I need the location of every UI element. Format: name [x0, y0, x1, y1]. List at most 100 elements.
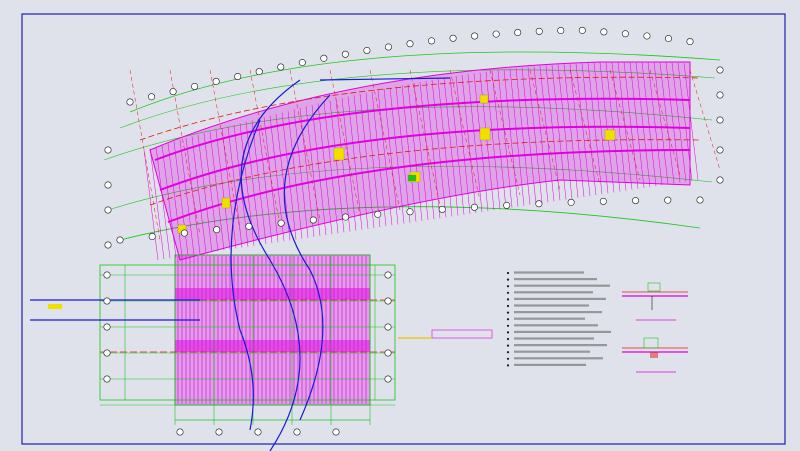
column-bubble — [384, 43, 392, 51]
block-beam-band — [175, 340, 370, 352]
column-bubble — [320, 54, 328, 62]
column-bubble — [148, 93, 156, 101]
column-bubble — [103, 349, 111, 357]
column-bubble — [126, 98, 134, 106]
radial-axis — [689, 69, 721, 171]
column-bubble — [428, 37, 436, 45]
column-bubble — [384, 349, 392, 357]
column-bubble — [104, 181, 112, 189]
note-bullet — [506, 278, 510, 281]
section-detail-1 — [622, 282, 688, 321]
column-bubble — [309, 216, 317, 224]
column-bubble — [234, 72, 242, 80]
note-text-bar — [514, 350, 590, 353]
note-bullet — [506, 344, 510, 347]
column-bubble — [374, 210, 382, 218]
column-bubble — [621, 30, 629, 38]
note-text-bar — [514, 330, 611, 333]
column-block — [604, 129, 616, 141]
column-bubble — [254, 428, 262, 436]
column-block — [479, 94, 489, 104]
left-marker-block — [48, 304, 62, 309]
column-bubble — [632, 197, 640, 205]
rectangular-block-plan — [99, 254, 396, 425]
column-bubble — [696, 196, 704, 204]
column-bubble — [103, 271, 111, 279]
note-text-bar — [514, 284, 610, 287]
column-bubble — [535, 27, 543, 35]
column-bubble — [215, 428, 223, 436]
note-text-bar — [514, 344, 607, 347]
section-detail-2 — [622, 337, 688, 373]
column-bubble — [406, 40, 414, 48]
column-bubble — [341, 50, 349, 58]
column-bubble — [686, 38, 694, 46]
column-block — [221, 197, 231, 209]
note-text-bar — [514, 304, 589, 307]
column-bubble — [342, 213, 350, 221]
column-bubble — [176, 428, 184, 436]
column-bubble — [535, 200, 543, 208]
column-bubble — [664, 196, 672, 204]
column-bubble — [277, 63, 285, 71]
column-bubble — [470, 203, 478, 211]
note-bullet — [506, 351, 510, 354]
column-bubble — [557, 27, 565, 35]
column-bubble — [148, 233, 156, 241]
cad-drawing — [21, 13, 786, 451]
note-text-bar — [514, 271, 584, 274]
column-bubble — [104, 146, 112, 154]
column-bubble — [716, 116, 724, 124]
note-bullet — [506, 311, 510, 314]
detail-beam — [643, 337, 659, 349]
note-bullet — [506, 318, 510, 321]
note-text-bar — [514, 317, 585, 320]
block-beam-band — [175, 288, 370, 300]
column-bubble — [449, 34, 457, 42]
column-bubble — [384, 271, 392, 279]
note-text-bar — [514, 337, 594, 340]
note-bullet — [506, 285, 510, 288]
note-bullet — [506, 298, 510, 301]
column-bubble — [406, 208, 414, 216]
column-bubble — [103, 375, 111, 383]
column-bubble — [503, 201, 511, 209]
column-bubble — [104, 241, 112, 249]
column-bubble — [716, 91, 724, 99]
column-bubble — [332, 428, 340, 436]
column-bubble — [213, 226, 221, 234]
note-text-bar — [514, 363, 586, 366]
column-bubble — [664, 35, 672, 43]
column-bubble — [384, 375, 392, 383]
column-bubble — [363, 46, 371, 54]
column-bubble — [384, 297, 392, 305]
column-block — [407, 174, 417, 182]
column-bubble — [514, 29, 522, 37]
general-notes — [506, 271, 611, 367]
column-block — [479, 127, 491, 141]
column-bubble — [471, 32, 479, 40]
note-bullet — [506, 304, 510, 308]
note-text-bar — [514, 291, 593, 294]
column-block — [333, 147, 345, 161]
note-text-bar — [514, 357, 603, 360]
column-bubble — [293, 428, 301, 436]
note-bullet — [506, 271, 510, 275]
detail-beam — [647, 282, 661, 292]
note-bullet — [506, 364, 510, 367]
column-bubble — [277, 219, 285, 227]
detail-column — [650, 352, 658, 358]
column-bubble — [116, 236, 124, 244]
column-bubble — [169, 88, 177, 96]
column-bubble — [492, 30, 500, 38]
column-bubble — [245, 222, 253, 230]
column-bubble — [567, 198, 575, 206]
note-text-bar — [514, 324, 598, 327]
column-bubble — [104, 206, 112, 214]
column-bubble — [716, 146, 724, 154]
column-bubble — [578, 26, 586, 34]
drawing-canvas — [0, 0, 800, 451]
column-bubble — [716, 176, 724, 184]
column-bubble — [384, 323, 392, 331]
note-bullet — [506, 337, 510, 341]
